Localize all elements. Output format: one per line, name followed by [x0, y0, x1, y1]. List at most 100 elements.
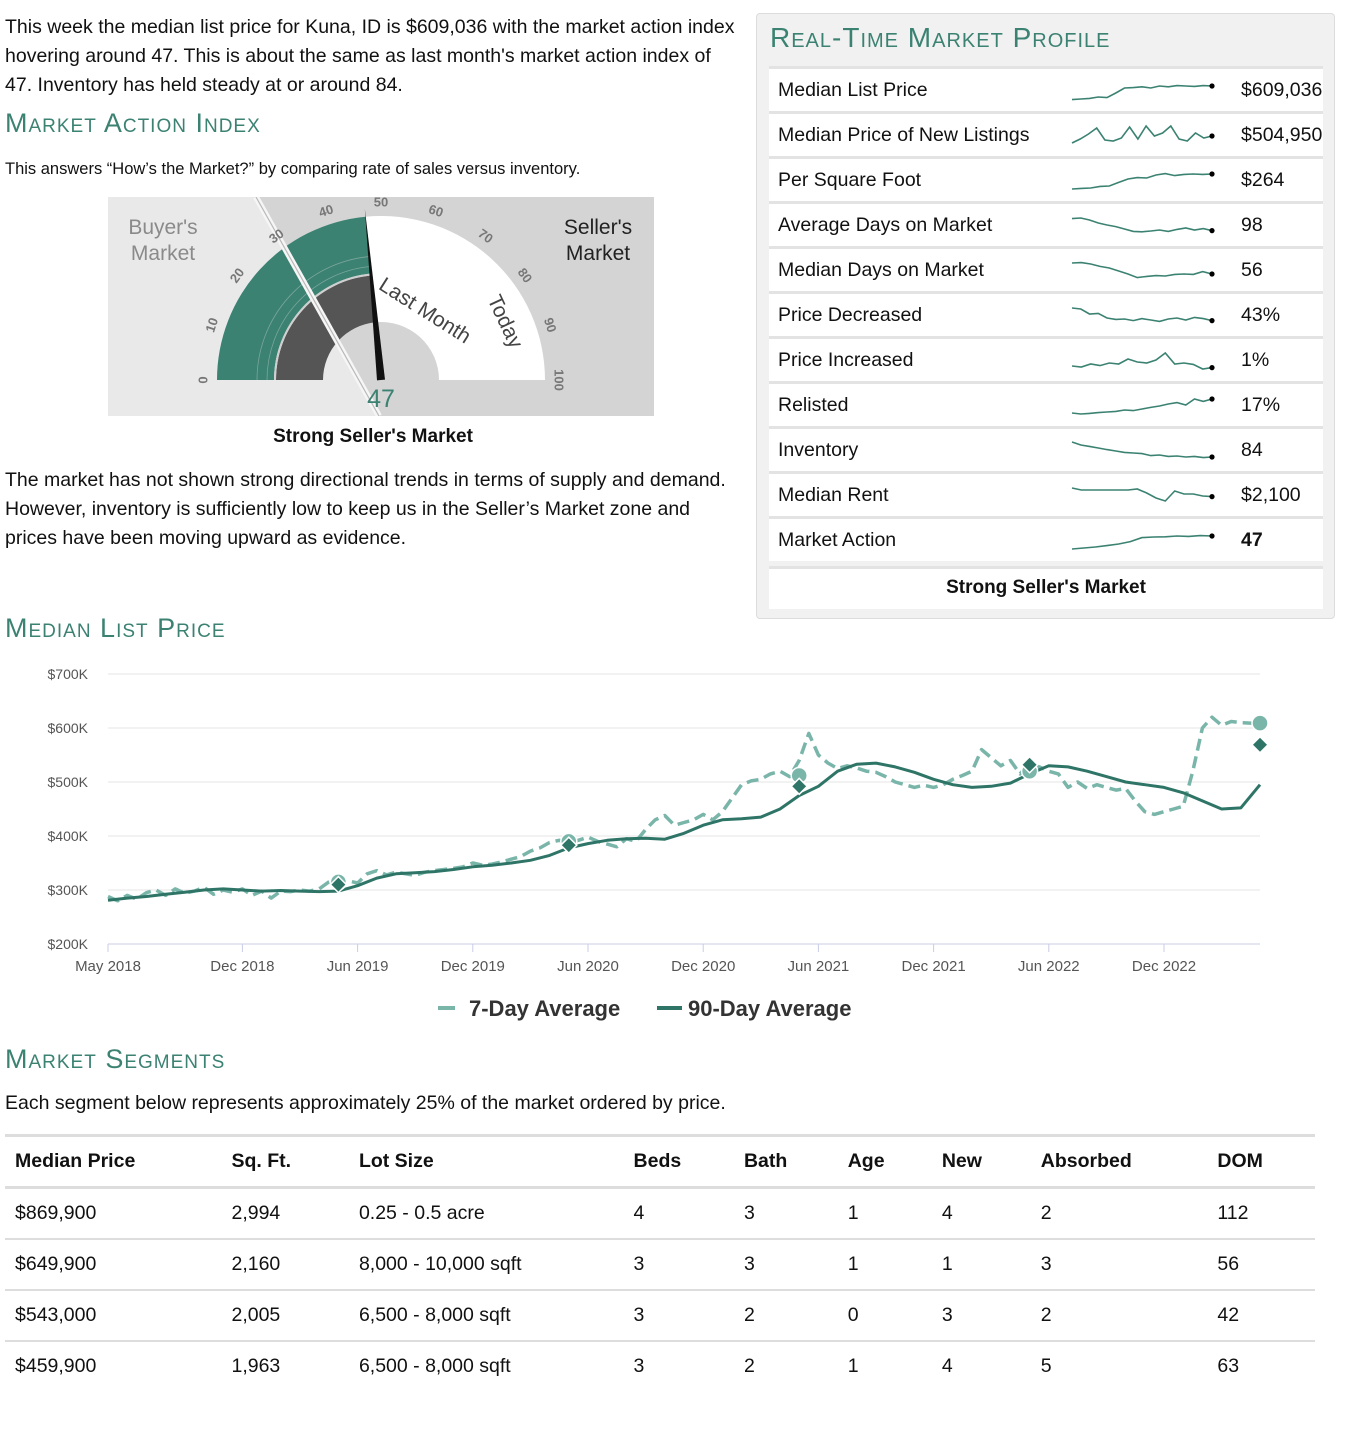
- segment-cell: 6,500 - 8,000 sqft: [358, 1355, 511, 1377]
- market-segments-title: Market Segments: [5, 1044, 226, 1074]
- median-list-price-title: Median List Price: [5, 613, 226, 643]
- sparkline-line: [1071, 307, 1213, 323]
- x-tick-label: Jun 2021: [788, 958, 850, 975]
- profile-row: Price Increased 1%: [769, 336, 1323, 383]
- sparkline-svg: [1071, 171, 1215, 190]
- sparkline-svg: [1071, 83, 1215, 101]
- legend-90-day-label: 90-Day Average: [688, 996, 851, 1021]
- sparkline-svg: [1071, 261, 1215, 279]
- sparkline-line: [1071, 534, 1213, 550]
- series-90-day-line: [107, 761, 1262, 902]
- x-tick-label: May 2018: [75, 958, 141, 975]
- sparkline-svg: [1071, 351, 1215, 371]
- profile-sparkline: [1060, 426, 1235, 473]
- profile-row-value: $504,950: [1235, 111, 1323, 158]
- segment-cell: 3: [1030, 1239, 1208, 1291]
- profile-row: Inventory 84: [769, 426, 1323, 473]
- market-profile-footer: Strong Seller's Market: [769, 566, 1323, 609]
- gauge-tick-label: 100: [552, 369, 567, 391]
- sparkline-svg: [1071, 487, 1215, 502]
- buyers-label-line1: Buyer's: [128, 216, 197, 239]
- segment-cell: 112: [1207, 1187, 1315, 1240]
- profile-sparkline: [1060, 381, 1235, 428]
- profile-sparkline: [1060, 201, 1235, 248]
- segment-cell: 0.25 - 0.5 acre: [348, 1187, 624, 1240]
- profile-row: Median Rent $2,100: [769, 471, 1323, 518]
- x-tick-label: Dec 2021: [901, 958, 965, 975]
- profile-row-label: Price Increased: [769, 336, 1060, 383]
- profile-row-value: 56: [1235, 246, 1323, 293]
- profile-row: Average Days on Market 98: [769, 201, 1323, 248]
- gauge-value: 47: [367, 385, 395, 413]
- segment-cell: 2: [743, 1355, 755, 1377]
- market-action-gauge: Buyer's Market Seller's Market 0 10 20 30 40…: [108, 194, 654, 418]
- profile-row-value: 17%: [1235, 381, 1323, 428]
- sparkline-svg: [1071, 307, 1215, 324]
- segment-cell: $869,900: [5, 1187, 222, 1240]
- profile-row: Median List Price $609,036: [769, 66, 1323, 113]
- y-tick-label: $400K: [48, 828, 89, 844]
- market-summary-paragraph: The market has not shown strong directio…: [5, 469, 726, 549]
- segment-row: $649,900 2,160 8,000 - 10,000 sqft 3 3 1 1 3 56: [5, 1239, 1315, 1291]
- segment-column-header: Sq. Ft.: [221, 1134, 349, 1189]
- segment-cell: $459,900: [15, 1355, 97, 1377]
- profile-row-label: Median Price of New Listings: [769, 111, 1060, 158]
- profile-sparkline: [1060, 471, 1235, 518]
- profile-row-value: 84: [1235, 426, 1323, 473]
- segment-row: $543,000 2,005 6,500 - 8,000 sqft 3 2 0 3 2 42: [5, 1290, 1315, 1342]
- gauge-tick-label: 50: [374, 197, 388, 209]
- segment-cell: 2,994: [221, 1187, 349, 1240]
- sparkline-end-dot: [1209, 271, 1215, 277]
- segment-cell: 63: [1217, 1355, 1240, 1377]
- profile-sparkline: [1060, 246, 1235, 293]
- sparkline-line: [1071, 261, 1213, 279]
- segment-cell: 3: [623, 1239, 734, 1291]
- profile-row-label: Median Days on Market: [769, 246, 1060, 293]
- profile-row-value: 47: [1235, 516, 1323, 561]
- profile-sparkline: [1060, 336, 1235, 383]
- x-tick-label: Jun 2020: [557, 958, 619, 975]
- sparkline-end-dot: [1209, 133, 1215, 139]
- segment-column-header: Bath: [733, 1134, 838, 1189]
- x-tick-label: Jun 2019: [327, 958, 389, 975]
- profile-sparkline: [1060, 156, 1235, 203]
- market-profile-title: Real-Time Market Profile: [770, 22, 1111, 53]
- segment-cell: $649,900: [5, 1239, 222, 1291]
- segment-cell: 3: [633, 1355, 645, 1377]
- x-tick-label: Dec 2022: [1132, 958, 1196, 975]
- segment-cell: 1: [837, 1187, 932, 1240]
- sparkline-end-dot: [1209, 396, 1215, 402]
- x-tick-label: Dec 2018: [210, 958, 274, 975]
- segment-column-header: Beds: [623, 1134, 734, 1189]
- sparkline-line: [1071, 124, 1213, 144]
- sellers-label-line2: Market: [566, 242, 630, 265]
- x-tick-label: Dec 2019: [441, 958, 505, 975]
- segment-cell: 1: [837, 1239, 932, 1291]
- segment-cell: 1: [847, 1355, 859, 1377]
- profile-row: Relisted 17%: [769, 381, 1323, 428]
- sparkline-line: [1071, 441, 1213, 459]
- buyers-label-line2: Market: [131, 242, 195, 265]
- sparkline-line: [1071, 487, 1213, 502]
- sparkline-end-dot: [1209, 454, 1215, 460]
- segment-cell: 56: [1207, 1239, 1315, 1291]
- sparkline-end-dot: [1209, 83, 1215, 89]
- profile-sparkline: [1060, 291, 1235, 338]
- profile-row-label: Relisted: [769, 381, 1060, 428]
- profile-row: Median Days on Market 56: [769, 246, 1323, 293]
- x-tick-label: Dec 2020: [671, 958, 735, 975]
- profile-row: Price Decreased 43%: [769, 291, 1323, 338]
- segment-cell: 2: [1030, 1290, 1208, 1342]
- segment-cell: 0: [837, 1290, 932, 1342]
- sparkline-end-dot: [1209, 228, 1215, 234]
- series-90-day-marker: [1250, 735, 1270, 754]
- sparkline-end-dot: [1209, 365, 1215, 371]
- series-7-day-line: [107, 715, 1260, 903]
- y-tick-label: $600K: [48, 720, 89, 736]
- market-segments-table: Median Price Sq. Ft. Lot Size Beds Bath Age Ne…: [5, 1134, 1315, 1391]
- segment-cell: 1: [931, 1239, 1031, 1291]
- profile-row-label: Market Action: [769, 516, 1060, 561]
- sparkline-svg: [1071, 217, 1215, 234]
- segment-cell: 5: [1040, 1355, 1052, 1377]
- segment-column-header: Age: [837, 1134, 932, 1189]
